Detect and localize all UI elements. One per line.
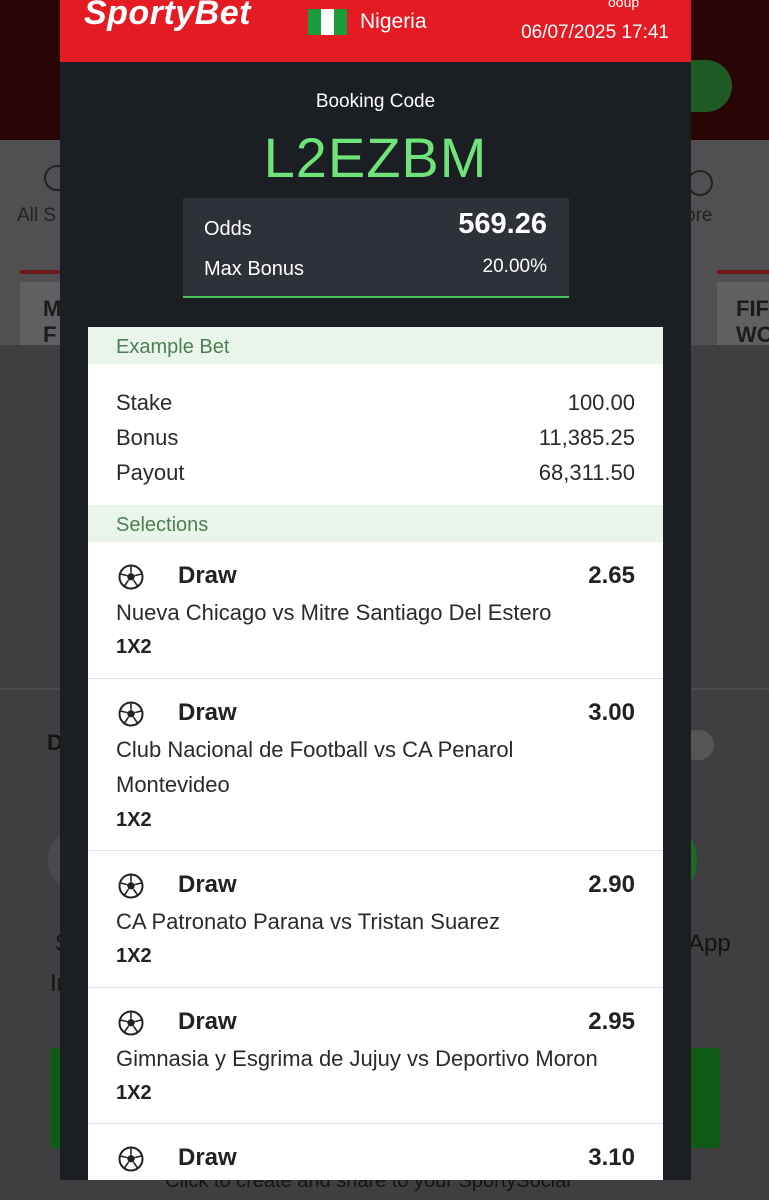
football-icon bbox=[118, 873, 144, 899]
selection-odds: 2.65 bbox=[588, 562, 635, 589]
selection-item[interactable]: Draw 3.00 Club Nacional de Football vs C… bbox=[88, 678, 663, 850]
selection-item[interactable]: Draw 2.90 CA Patronato Parana vs Tristan… bbox=[88, 850, 663, 987]
country-label: Nigeria bbox=[360, 10, 427, 33]
selection-pick: Draw bbox=[178, 1008, 237, 1035]
football-icon bbox=[118, 1146, 144, 1172]
selection-odds: 3.00 bbox=[588, 699, 635, 726]
stake-value: 100.00 bbox=[567, 390, 635, 415]
football-icon bbox=[118, 701, 144, 727]
selection-odds: 3.10 bbox=[588, 1144, 635, 1171]
bg-card-left-text: M F bbox=[43, 296, 62, 347]
selection-item[interactable]: Draw 2.95 Gimnasia y Esgrima de Jujuy vs… bbox=[88, 987, 663, 1123]
payout-value: 68,311.50 bbox=[538, 460, 635, 485]
booking-card: SportyBet Nigeria ooup 06/07/2025 17:41 … bbox=[60, 0, 691, 1180]
nigeria-flag-icon bbox=[308, 9, 347, 35]
example-bet-header: Example Bet bbox=[88, 327, 663, 364]
selection-pick: Draw bbox=[178, 871, 237, 898]
football-icon bbox=[118, 564, 144, 590]
bg-card-right-text: FIF WO bbox=[736, 296, 769, 347]
datetime: 06/07/2025 17:41 bbox=[521, 22, 669, 43]
selection-pick: Draw bbox=[178, 1144, 237, 1171]
selection-match: Nueva Chicago vs Mitre Santiago Del Este… bbox=[116, 600, 552, 625]
stake-label: Stake bbox=[116, 390, 173, 415]
selection-odds: 2.95 bbox=[588, 1008, 635, 1035]
bg-divider bbox=[20, 270, 60, 274]
bonus-label: Bonus bbox=[116, 425, 179, 450]
top-fragment: ooup bbox=[608, 0, 640, 10]
selection-market: 1X2 bbox=[116, 945, 152, 967]
sportybet-logo: SportyBet bbox=[84, 0, 251, 32]
bg-divider bbox=[717, 270, 769, 274]
selection-item[interactable]: Draw 2.65 Nueva Chicago vs Mitre Santiag… bbox=[88, 542, 663, 678]
selections-title: Selections bbox=[116, 514, 209, 536]
selection-odds: 2.90 bbox=[588, 871, 635, 898]
max-bonus-value: 20.00% bbox=[482, 256, 547, 277]
max-bonus-label: Max Bonus bbox=[204, 258, 305, 280]
odds-summary: Odds 569.26 Max Bonus 20.00% bbox=[183, 198, 569, 298]
selections-header: Selections bbox=[88, 505, 663, 542]
payout-label: Payout bbox=[116, 460, 185, 485]
bet-panel: Example Bet Stake 100.00 Bonus 11,385.25… bbox=[88, 327, 663, 1180]
bg-green-button bbox=[690, 1048, 720, 1148]
bg-app-label: App bbox=[688, 930, 731, 957]
selection-market: 1X2 bbox=[116, 809, 152, 831]
bonus-value: 11,385.25 bbox=[538, 425, 635, 450]
booking-code-label: Booking Code bbox=[315, 91, 436, 112]
example-bet-title: Example Bet bbox=[116, 336, 230, 358]
booking-code[interactable]: L2EZBM bbox=[60, 123, 691, 193]
selection-market: 1X2 bbox=[116, 1082, 152, 1104]
bg-nav-label-left: All S bbox=[17, 205, 57, 226]
selection-match: Gimnasia y Esgrima de Jujuy vs Deportivo… bbox=[116, 1046, 598, 1071]
football-icon bbox=[118, 1010, 144, 1036]
selection-pick: Draw bbox=[178, 562, 237, 589]
selection-match: Club Nacional de Football vs CA Penarol … bbox=[116, 737, 514, 797]
brand-bar: SportyBet Nigeria ooup 06/07/2025 17:41 bbox=[60, 0, 691, 62]
odds-value: 569.26 bbox=[458, 208, 547, 240]
selection-match: CA Patronato Parana vs Tristan Suarez bbox=[116, 909, 500, 934]
odds-label: Odds bbox=[204, 218, 252, 240]
selection-market: 1X2 bbox=[116, 636, 152, 658]
selection-item[interactable]: Draw 3.10 bbox=[88, 1123, 663, 1180]
selection-pick: Draw bbox=[178, 699, 237, 726]
